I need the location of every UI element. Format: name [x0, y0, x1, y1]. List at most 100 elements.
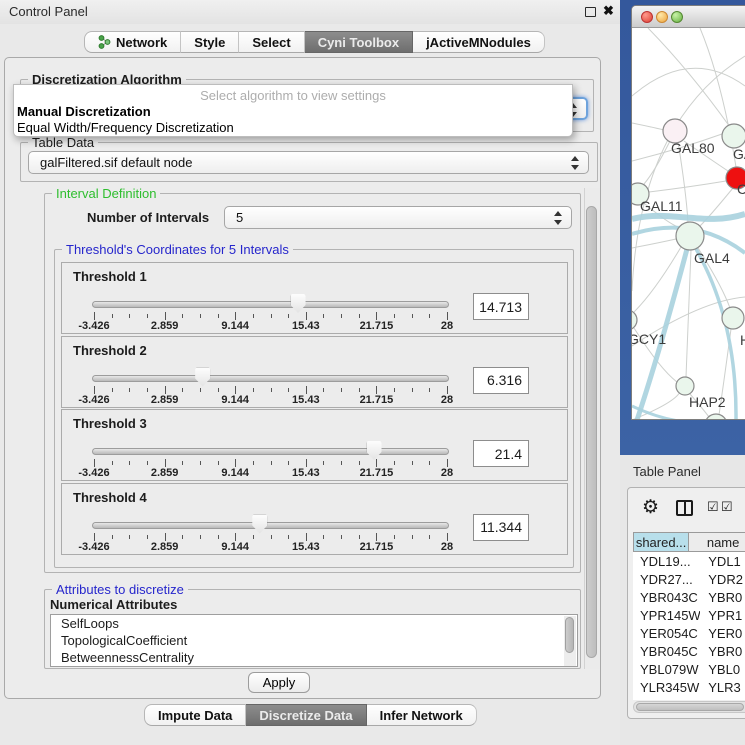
node-label-gal11: GAL11	[640, 198, 683, 214]
node-table[interactable]: shared... name YDL19...YDL1YDR27...YDR2Y…	[633, 532, 745, 700]
number-of-intervals-combo[interactable]: 5	[224, 206, 572, 229]
threshold-value-field[interactable]: 11.344	[473, 514, 529, 541]
threshold-slider-track[interactable]	[92, 522, 449, 529]
table-row[interactable]: YPR145WYPR1	[633, 606, 745, 624]
tab-infer-network[interactable]: Infer Network	[367, 704, 477, 726]
network-canvas[interactable]: GAL80GACGAL11GAL4GCY1HHAP2	[632, 28, 745, 420]
gear-icon[interactable]: ⚙	[642, 496, 659, 519]
tab-label: Style	[194, 35, 225, 50]
tab-style[interactable]: Style	[181, 31, 239, 53]
column-header-name[interactable]: name	[689, 532, 745, 552]
table-cell: YER0	[700, 626, 745, 641]
threshold-value-field[interactable]: 6.316	[473, 367, 529, 394]
slider-ticks	[94, 312, 447, 320]
node-label-gal80: GAL80	[671, 140, 715, 156]
threshold-slider-thumb[interactable]	[367, 441, 382, 460]
network-edge[interactable]	[632, 214, 745, 219]
network-edge[interactable]	[632, 123, 664, 130]
tab-select[interactable]: Select	[239, 31, 304, 53]
threshold-value-field[interactable]: 21.4	[473, 440, 529, 467]
attributes-group: Attributes to discretize Numerical Attri…	[44, 589, 581, 669]
network-edge[interactable]	[649, 181, 726, 192]
slider-tick-labels: -3.4262.8599.14415.4321.71528	[94, 467, 447, 479]
tab-impute-data[interactable]: Impute Data	[144, 704, 246, 726]
attribute-item-betweennesscentrality[interactable]: BetweennessCentrality	[51, 649, 577, 666]
H-node[interactable]	[722, 307, 744, 329]
attribute-item-selfloops[interactable]: SelfLoops	[51, 615, 577, 632]
table-cell: YBR0	[700, 644, 745, 659]
attributes-scrollbar[interactable]	[564, 616, 576, 667]
panel-scrollbar-thumb[interactable]	[586, 206, 597, 658]
control-panel-titlebar: Control Panel ✖	[0, 0, 620, 24]
network-window: GAL80GACGAL11GAL4GCY1HHAP2	[631, 5, 745, 420]
attribute-item-topologicalcoefficient[interactable]: TopologicalCoefficient	[51, 632, 577, 649]
table-cell: YDL1	[700, 554, 745, 569]
table-cell: YDR2	[700, 572, 745, 587]
table-cell: YBL0	[700, 662, 745, 677]
threshold-slider-track[interactable]	[92, 448, 449, 455]
table-row[interactable]: YIL052CYIL0	[633, 696, 745, 700]
tab-cyni-toolbox[interactable]: Cyni Toolbox	[305, 31, 413, 53]
threshold-slider-thumb[interactable]	[195, 368, 210, 387]
zoom-traffic-light-icon[interactable]	[671, 11, 683, 23]
tab-network[interactable]: Network	[84, 31, 181, 53]
top-right-node[interactable]	[722, 124, 745, 148]
tab-jactivemnodules[interactable]: jActiveMNodules	[413, 31, 545, 53]
table-data-title: Table Data	[28, 135, 98, 150]
threshold-slider-track[interactable]	[92, 301, 449, 308]
table-row[interactable]: YBL079WYBL0	[633, 660, 745, 678]
table-cell: YBL079W	[633, 662, 700, 677]
node-label-c: C	[737, 181, 745, 197]
tab-label: Infer Network	[380, 708, 463, 723]
close-icon[interactable]: ✖	[603, 3, 614, 19]
GAL4-node[interactable]	[676, 222, 704, 250]
table-data-combo[interactable]: galFiltered.sif default node	[28, 151, 589, 174]
table-panel-title: Table Panel	[633, 464, 701, 479]
network-graph: GAL80GACGAL11GAL4GCY1HHAP2	[632, 28, 745, 420]
table-scrollbar-thumb[interactable]	[636, 703, 744, 711]
algorithm-prompt-option[interactable]: Select algorithm to view settings	[14, 88, 572, 103]
table-row[interactable]: YLR345WYLR3	[633, 678, 745, 696]
algorithm-option-manual-discretization[interactable]: Manual Discretization	[16, 104, 572, 120]
network-window-titlebar[interactable]	[632, 6, 745, 28]
attributes-scrollbar-thumb[interactable]	[565, 617, 574, 653]
table-row[interactable]: YER054CYER0	[633, 624, 745, 642]
apply-button[interactable]: Apply	[248, 672, 310, 693]
table-row[interactable]: YDL19...YDL1	[633, 552, 745, 570]
slider-ticks	[94, 459, 447, 467]
node-label-gcy1: GCY1	[632, 331, 666, 347]
network-edge[interactable]	[648, 28, 730, 127]
close-traffic-light-icon[interactable]	[641, 11, 653, 23]
network-icon	[98, 35, 111, 49]
table-row[interactable]: YDR27...YDR2	[633, 570, 745, 588]
threshold-label: Threshold 1	[73, 269, 147, 284]
minimize-traffic-light-icon[interactable]	[656, 11, 668, 23]
app-root: Control Panel ✖ Network Style SelectCyni T…	[0, 0, 745, 745]
checkbox-icon[interactable]: ☑	[707, 499, 719, 515]
thresholds-group: Threshold's Coordinates for 5 Intervals …	[54, 249, 574, 568]
table-cell: YLR345W	[633, 680, 700, 695]
tab-discretize-data[interactable]: Discretize Data	[246, 704, 366, 726]
panel-scrollbar[interactable]	[584, 188, 600, 669]
top-tab-bar: Network Style SelectCyni ToolboxjActiveMNo…	[84, 31, 545, 53]
numerical-attributes-list[interactable]: SelfLoopsTopologicalCoefficientBetweenne…	[50, 614, 578, 667]
threshold-value-field[interactable]: 14.713	[473, 293, 529, 320]
threshold-panel-2: Threshold 2-3.4262.8599.14415.4321.71528…	[61, 336, 568, 408]
float-window-icon[interactable]	[585, 7, 596, 17]
table-body: YDL19...YDL1YDR27...YDR2YBR043CYBR0YPR14…	[633, 552, 745, 700]
network-edge[interactable]	[632, 239, 676, 248]
bottom-node[interactable]	[705, 414, 727, 420]
table-row[interactable]: YBR043CYBR0	[633, 588, 745, 606]
GCY1-node[interactable]	[632, 310, 637, 330]
threshold-slider-thumb[interactable]	[252, 515, 267, 534]
node-label-ga: GA	[733, 146, 745, 162]
threshold-slider-track[interactable]	[92, 375, 449, 382]
table-row[interactable]: YBR045CYBR0	[633, 642, 745, 660]
table-horizontal-scrollbar[interactable]	[633, 701, 745, 713]
threshold-slider-thumb[interactable]	[291, 294, 306, 313]
checkbox-icon[interactable]: ☑	[721, 499, 733, 515]
columns-icon[interactable]	[676, 500, 693, 516]
algorithm-option-equal-width-frequency-discretization[interactable]: Equal Width/Frequency Discretization	[16, 120, 572, 136]
column-header-shared-name[interactable]: shared...	[633, 532, 689, 552]
HAP2-node[interactable]	[676, 377, 694, 395]
